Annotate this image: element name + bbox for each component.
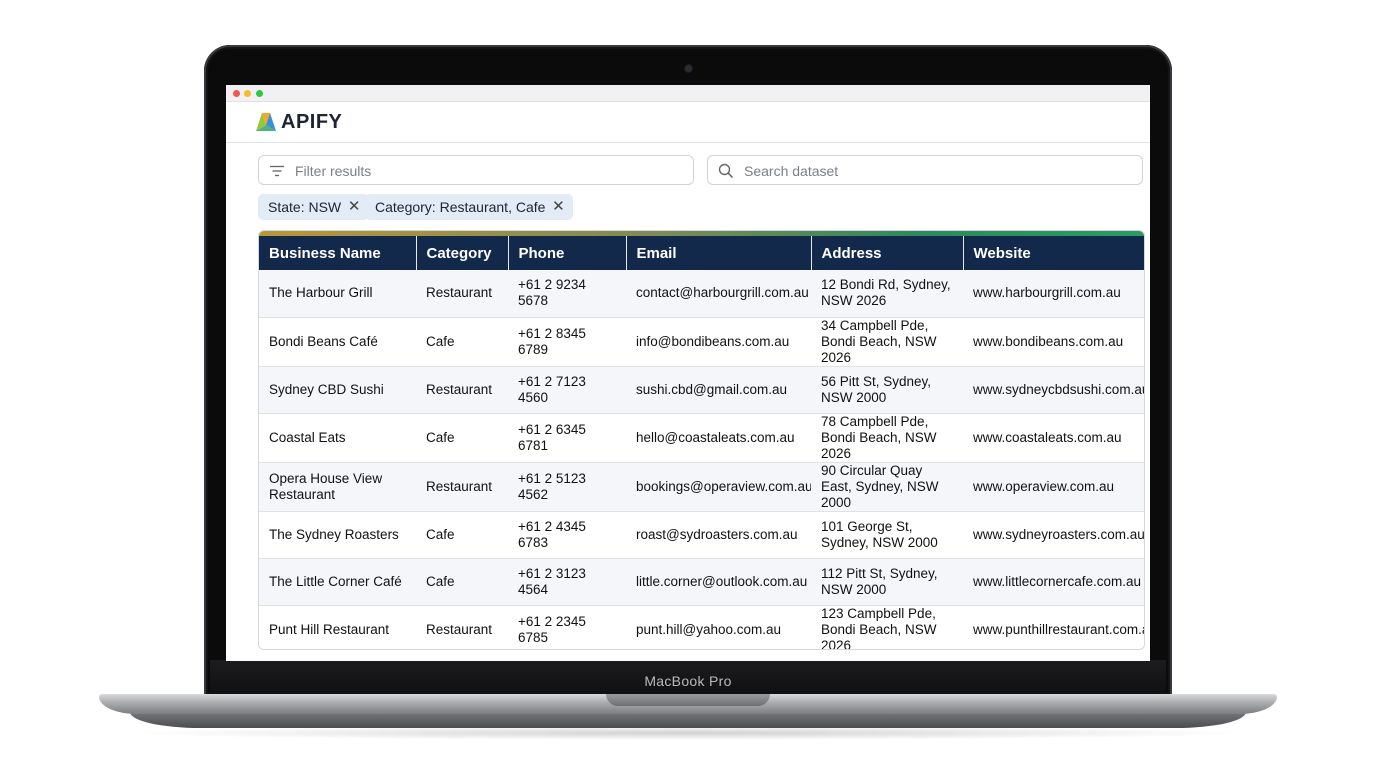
- filter-icon: [270, 165, 284, 177]
- table-row[interactable]: The Harbour Grill Restaurant +61 2 9234 …: [259, 270, 1144, 318]
- column-header-business-name[interactable]: Business Name: [259, 236, 417, 270]
- search-input[interactable]: [742, 160, 1136, 182]
- cell-email: roast@sydroasters.com.au: [626, 511, 811, 559]
- minimize-window-button[interactable]: [244, 90, 251, 97]
- cell-category: Restaurant: [416, 366, 508, 414]
- cell-email: bookings@operaview.com.au: [626, 462, 811, 512]
- laptop-base-bottom: [130, 712, 1246, 728]
- column-header-address[interactable]: Address: [811, 236, 964, 270]
- table-row[interactable]: Sydney CBD Sushi Restaurant +61 2 7123 4…: [259, 366, 1144, 414]
- device-label: MacBook Pro: [644, 673, 732, 689]
- cell-website[interactable]: www.operaview.com.au: [963, 462, 1144, 512]
- cell-address: 56 Pitt St, Sydney, NSW 2000: [811, 366, 963, 414]
- cell-phone: +61 2 7123 4560: [508, 366, 626, 414]
- cell-website[interactable]: www.harbourgrill.com.au: [963, 270, 1144, 318]
- cell-website[interactable]: www.coastaleats.com.au: [963, 413, 1144, 463]
- filter-chip-label: State: NSW: [268, 199, 342, 215]
- window-titlebar: [226, 85, 1150, 102]
- cell-phone: +61 2 5123 4562: [508, 462, 626, 512]
- cell-category: Restaurant: [416, 270, 508, 318]
- table-row[interactable]: Bondi Beans Café Cafe +61 2 8345 6789 in…: [259, 317, 1144, 367]
- filter-field[interactable]: [258, 155, 694, 185]
- table-row[interactable]: The Little Corner Café Cafe +61 2 3123 4…: [259, 558, 1144, 606]
- maximize-window-button[interactable]: [256, 90, 263, 97]
- cell-website[interactable]: www.bondibeans.com.au: [963, 317, 1144, 367]
- table-row[interactable]: Punt Hill Restaurant Restaurant +61 2 23…: [259, 605, 1144, 649]
- cell-category: Cafe: [416, 511, 508, 559]
- cell-business-name: The Sydney Roasters: [259, 511, 416, 559]
- cell-business-name: The Little Corner Café: [259, 558, 416, 606]
- cell-business-name: Sydney CBD Sushi: [259, 366, 416, 414]
- filter-chip-state[interactable]: State: NSW ✕: [258, 194, 370, 220]
- cell-category: Cafe: [416, 317, 508, 367]
- cell-website[interactable]: www.punthillrestaurant.com.au: [963, 605, 1144, 649]
- column-header-category[interactable]: Category: [416, 236, 509, 270]
- close-window-button[interactable]: [233, 90, 240, 97]
- cell-phone: +61 2 8345 6789: [508, 317, 626, 367]
- results-table: Business Name Category Phone Email Addre…: [258, 230, 1145, 650]
- column-header-phone[interactable]: Phone: [508, 236, 627, 270]
- filter-input[interactable]: [293, 160, 687, 182]
- cell-category: Restaurant: [416, 462, 508, 512]
- cell-address: 34 Campbell Pde, Bondi Beach, NSW 2026: [811, 317, 963, 367]
- column-header-website[interactable]: Website: [963, 236, 1144, 270]
- cell-email: sushi.cbd@gmail.com.au: [626, 366, 811, 414]
- cell-address: 101 George St, Sydney, NSW 2000: [811, 511, 963, 559]
- cell-email: contact@harbourgrill.com.au: [626, 270, 811, 318]
- cell-email: punt.hill@yahoo.com.au: [626, 605, 811, 649]
- cell-category: Cafe: [416, 558, 508, 606]
- cell-email: little.corner@outlook.com.au: [626, 558, 811, 606]
- cell-address: 112 Pitt St, Sydney, NSW 2000: [811, 558, 963, 606]
- apify-logo-icon: [256, 113, 276, 131]
- cell-phone: +61 2 3123 4564: [508, 558, 626, 606]
- app-header: APIFY: [226, 102, 1150, 143]
- table-header-row: Business Name Category Phone Email Addre…: [259, 236, 1144, 270]
- cell-category: Cafe: [416, 413, 508, 463]
- cell-business-name: Coastal Eats: [259, 413, 416, 463]
- lid-opening-notch: [606, 694, 770, 706]
- cell-website[interactable]: www.sydneycbdsushi.com.au: [963, 366, 1144, 414]
- cell-address: 123 Campbell Pde, Bondi Beach, NSW 2026: [811, 605, 963, 649]
- filter-chip-category[interactable]: Category: Restaurant, Cafe ✕: [365, 194, 574, 220]
- app-logo-text: APIFY: [281, 111, 343, 133]
- cell-website[interactable]: www.sydneyroasters.com.au: [963, 511, 1144, 559]
- cell-phone: +61 2 4345 6783: [508, 511, 626, 559]
- cell-phone: +61 2 6345 6781: [508, 413, 626, 463]
- cell-business-name: Opera House View Restaurant: [259, 462, 416, 512]
- cell-phone: +61 2 2345 6785: [508, 605, 626, 649]
- laptop-shadow: [120, 726, 1256, 740]
- webcam: [685, 65, 692, 72]
- cell-business-name: Bondi Beans Café: [259, 317, 416, 367]
- table-row[interactable]: The Sydney Roasters Cafe +61 2 4345 6783…: [259, 511, 1144, 559]
- cell-address: 12 Bondi Rd, Sydney, NSW 2026: [811, 270, 963, 318]
- cell-website[interactable]: www.littlecornercafe.com.au: [963, 558, 1144, 606]
- cell-email: hello@coastaleats.com.au: [626, 413, 811, 463]
- column-header-email[interactable]: Email: [626, 236, 812, 270]
- cell-business-name: Punt Hill Restaurant: [259, 605, 416, 649]
- filter-chip-label: Category: Restaurant, Cafe: [375, 199, 546, 215]
- cell-address: 78 Campbell Pde, Bondi Beach, NSW 2026: [811, 413, 963, 463]
- cell-business-name: The Harbour Grill: [259, 270, 416, 318]
- close-icon[interactable]: ✕: [347, 194, 361, 220]
- search-field[interactable]: [707, 155, 1143, 185]
- table-row[interactable]: Opera House View Restaurant Restaurant +…: [259, 462, 1144, 512]
- search-icon: [718, 163, 734, 179]
- screen: APIFY State: NSW ✕ Category: Restaurant,…: [226, 85, 1150, 661]
- table-row[interactable]: Coastal Eats Cafe +61 2 6345 6781 hello@…: [259, 413, 1144, 463]
- close-icon[interactable]: ✕: [551, 194, 565, 220]
- cell-address: 90 Circular Quay East, Sydney, NSW 2000: [811, 462, 963, 512]
- cell-phone: +61 2 9234 5678: [508, 270, 626, 318]
- cell-category: Restaurant: [416, 605, 508, 649]
- cell-email: info@bondibeans.com.au: [626, 317, 811, 367]
